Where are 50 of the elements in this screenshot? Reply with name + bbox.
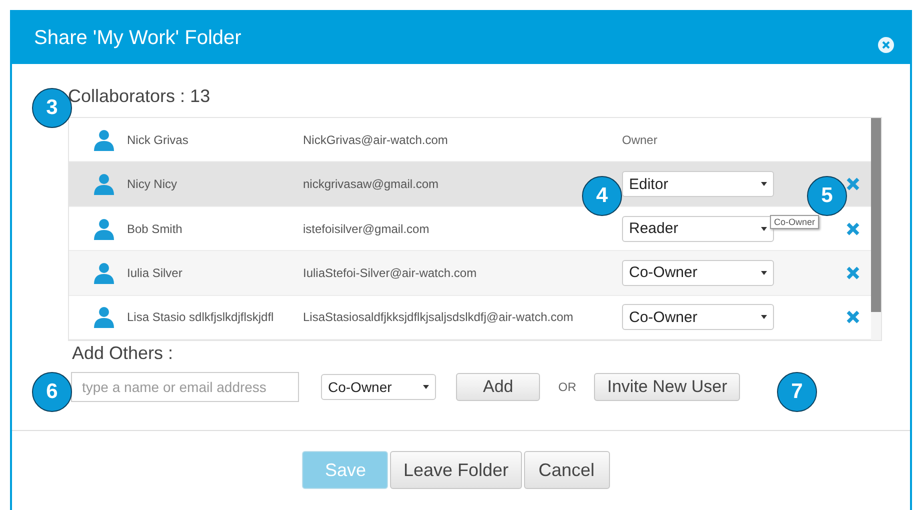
caret-icon [761,314,767,320]
tooltip: Co-Owner [770,215,820,229]
collaborator-email: istefoisilver@gmail.com [303,222,430,236]
dialog-title: Share 'My Work' Folder [34,26,242,50]
collaborator-email: NickGrivas@air-watch.com [303,132,449,147]
close-icon [846,310,860,324]
collaborator-name: Nick Grivas [127,132,190,147]
person-icon [93,128,115,151]
collaborator-name: Bob Smith [127,222,184,236]
role-select[interactable]: Co-Owner [622,304,774,330]
collaborator-name: Lisa Stasio sdlkfjslkdjflskjdfl [127,310,275,324]
close-button[interactable] [878,37,894,53]
caret-icon [423,384,429,390]
remove-button[interactable] [846,177,860,192]
collaborator-row[interactable]: Lisa Stasio sdlkfjslkdjflskjdfl LisaStasiosaldfjkksjdflkjsaljsdslkdfj@air-watch.com Co-Owner [69,296,871,340]
scrollbar[interactable] [871,118,881,340]
person-icon [93,262,115,284]
person-icon [93,173,115,196]
caret-icon [761,226,767,232]
name-email-field[interactable]: type a name or email address [71,372,299,402]
remove-button[interactable] [846,310,860,324]
person-icon [93,306,115,328]
footer-button[interactable]: Cancel [524,451,610,489]
callout-number: 6 [32,372,72,412]
close-icon [882,41,890,49]
role-select[interactable]: Editor [622,171,774,198]
close-icon [846,222,860,236]
caret-icon [761,270,767,276]
add-others-label: Add Others : [72,343,174,364]
collaborator-name: Iulia Silver [127,266,184,280]
remove-button[interactable] [846,222,860,236]
invite-button[interactable]: Invite New User [594,373,740,401]
collaborator-email: nickgrivasaw@gmail.com [303,177,440,192]
footer-button[interactable]: Leave Folder [390,451,522,489]
role-select[interactable]: Co-Owner [622,260,774,286]
collaborator-email: LisaStasiosaldfjkksjdflkjsaljsdslkdfj@air-watch.com [303,310,574,324]
callout-number: 7 [777,372,817,412]
close-icon [846,266,860,280]
or-label: OR [558,380,576,394]
collaborator-row[interactable]: Iulia Silver IuliaStefoi-Silver@air-watch.com Co-Owner [69,251,871,296]
role-select[interactable]: Reader [622,216,774,242]
collaborator-name: Nicy Nicy [127,177,178,192]
collaborator-email: IuliaStefoi-Silver@air-watch.com [303,266,478,280]
role-select[interactable]: Co-Owner [321,374,436,400]
caret-icon [761,181,767,188]
close-icon [846,177,860,192]
add-button[interactable]: Add [456,373,540,401]
person-icon [93,218,115,240]
role-label: Owner [622,132,658,147]
remove-button[interactable] [846,266,860,280]
